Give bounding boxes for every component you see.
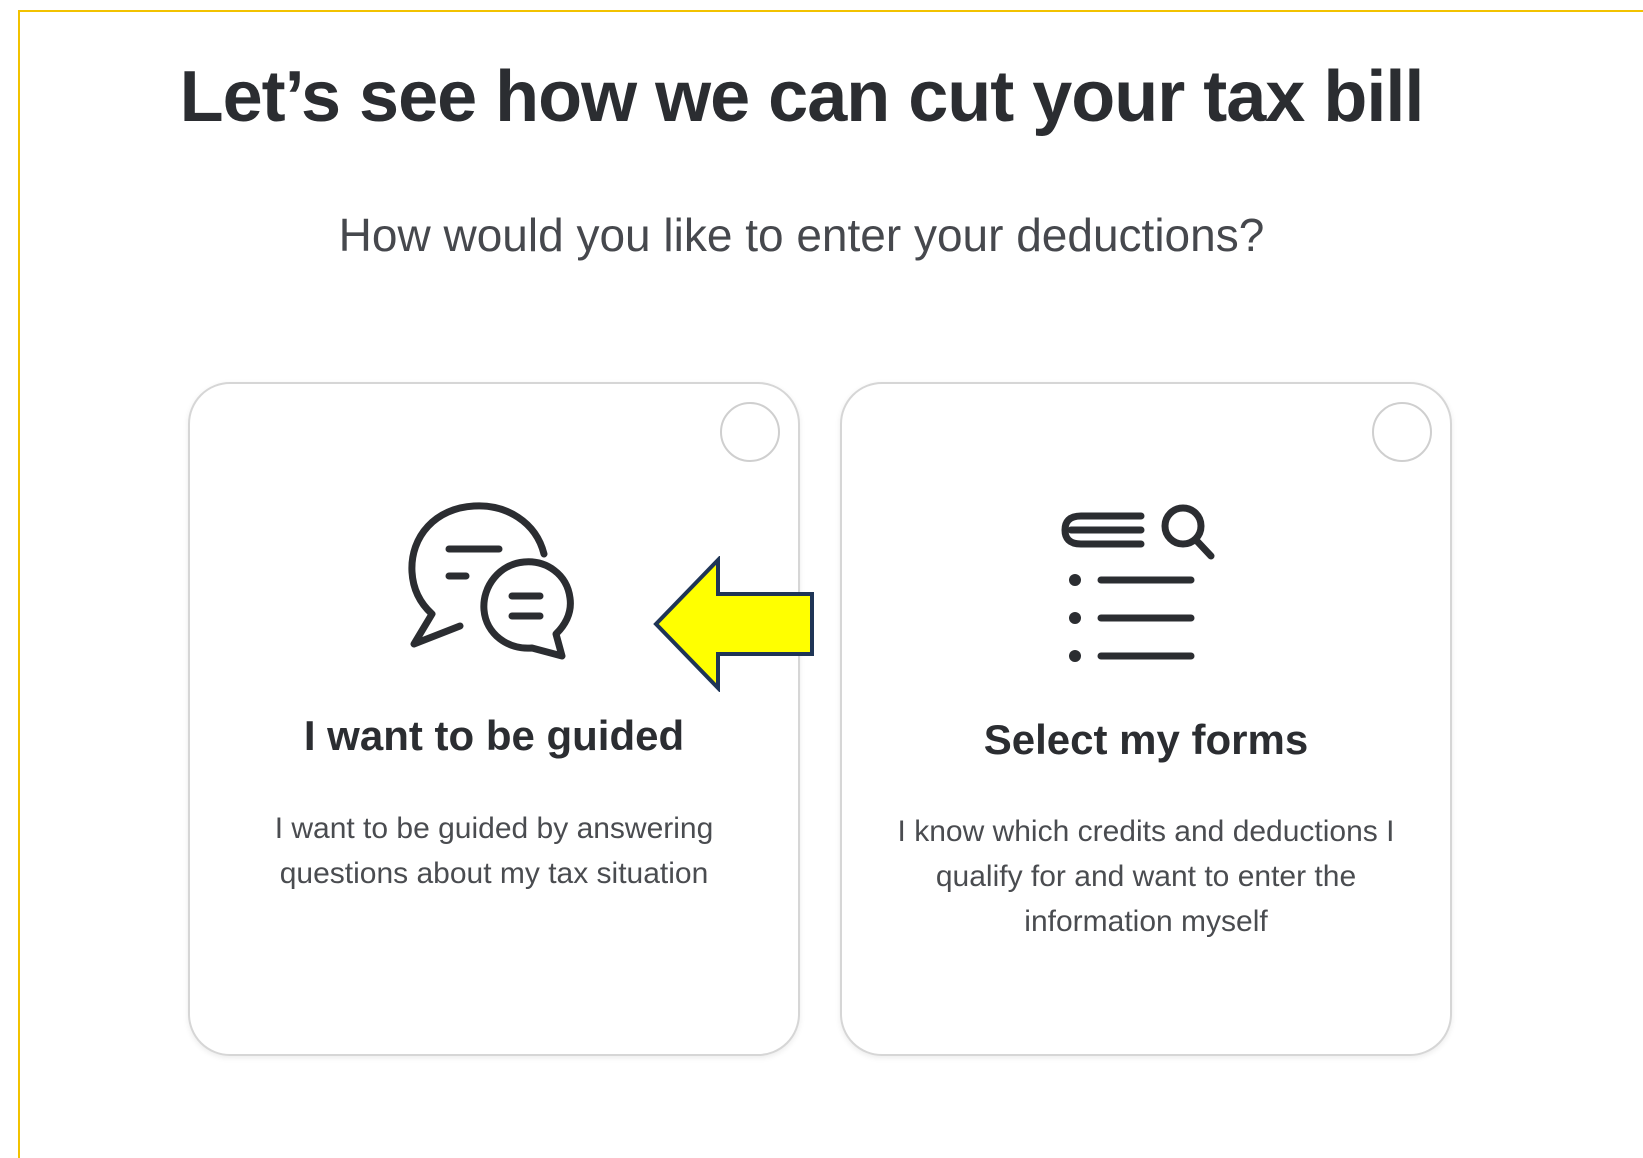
chat-bubbles-icon: [408, 502, 574, 660]
option-description-forms: I know which credits and deductions I qu…: [897, 815, 1395, 938]
page-subtitle: How would you like to enter your deducti…: [338, 209, 1265, 261]
left-arrow-icon: [653, 556, 814, 692]
option-description-guided: I want to be guided by answering questio…: [274, 812, 714, 890]
option-card-forms[interactable]: Select my forms I know which credits and…: [840, 382, 1452, 1056]
option-title-guided: I want to be guided: [303, 712, 685, 759]
option-card-guided[interactable]: I want to be guided I want to be guided …: [188, 382, 800, 1056]
radio-button-guided[interactable]: [720, 402, 780, 462]
list-search-icon: [1061, 504, 1215, 662]
option-title-forms: Select my forms: [983, 716, 1309, 763]
page-title: Let’s see how we can cut your tax bill: [179, 57, 1425, 137]
radio-button-forms[interactable]: [1372, 402, 1432, 462]
